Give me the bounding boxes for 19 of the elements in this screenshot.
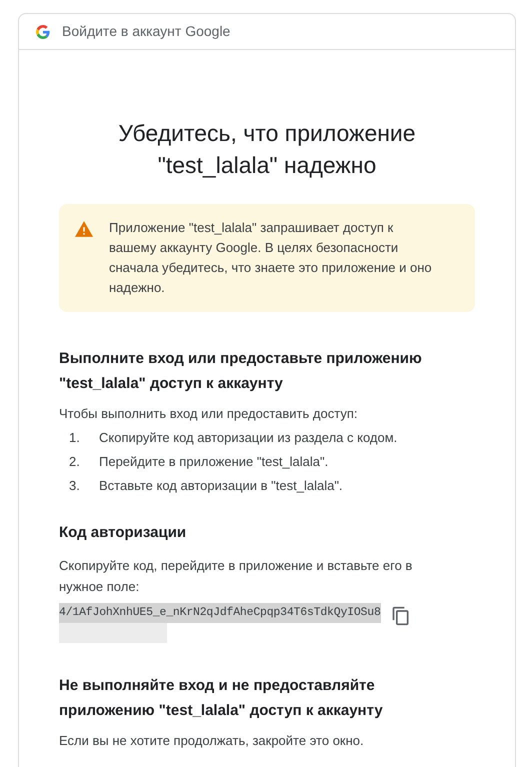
section-heading: Выполните вход или предоставьте приложению "test_lalala" доступ к аккаунту <box>59 349 423 394</box>
instructions-intro: Чтобы выполнить вход или предоставить доступ: <box>59 405 358 423</box>
google-logo-icon <box>36 24 50 38</box>
section-heading: Не выполняйте вход и не предоставляйте приложению "test_lalala" доступ к аккаунту <box>59 676 384 720</box>
code-hint: Скопируйте код, перейдите в приложение и вставьте его в нужное поле: <box>59 556 414 596</box>
step-number: 1. <box>69 429 81 447</box>
deny-text: Если вы не хотите продолжать, закройте это окно. <box>59 732 365 750</box>
step-text: Вставьте код авторизации в "test_lalala". <box>99 477 343 495</box>
authorization-code: 4/1AfJohXnhUE5_e_nKrN2qJdfAheCpqp34T6sTdkQyIOSu8 <box>59 602 381 622</box>
copy-icon[interactable] <box>390 604 411 626</box>
step-text: Перейдите в приложение "test_lalala". <box>99 453 328 471</box>
warning-icon <box>75 221 93 237</box>
page-title: Убедитесь, что приложение "test_lalala" надежно <box>117 119 417 180</box>
step-text: Скопируйте код авторизации из раздела с кодом. <box>99 429 398 447</box>
warning-text: Приложение "test_lalala" запрашивает доступ к вашему аккаунту Google. В целях безопасности сначала убедитесь, что знаете это приложение и оно надежно. <box>109 219 433 297</box>
step-number: 3. <box>69 477 81 495</box>
section-heading: Код авторизации <box>59 523 188 543</box>
step-number: 2. <box>69 453 81 471</box>
header-title: Войдите в аккаунт Google <box>62 22 230 41</box>
